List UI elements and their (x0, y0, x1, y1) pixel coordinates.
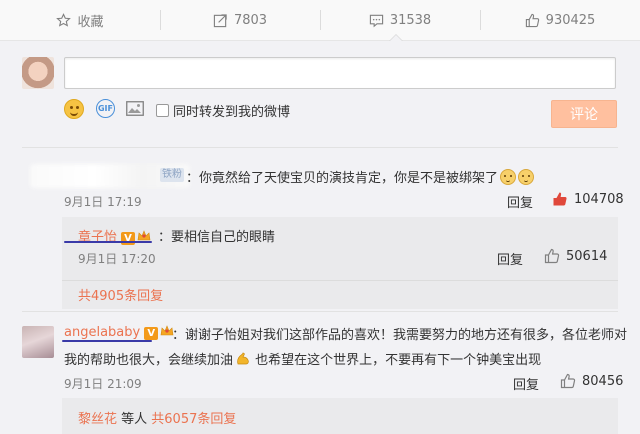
reply-like-count: 50614 (566, 248, 608, 264)
ink-underline (62, 340, 152, 342)
more-replies-mid: 等人 (117, 412, 152, 427)
comment-text-line1: ：谢谢子怡姐对我们这部作品的喜欢！我需要努力的地方还有很多，各位老师对 (172, 328, 628, 343)
favorite-label: 收藏 (77, 14, 104, 30)
gif-icon[interactable]: GIF (96, 99, 115, 118)
reply-reply-button[interactable]: 回复 (497, 249, 523, 268)
comment-like-button[interactable]: 80456 (560, 373, 623, 389)
favorite-button[interactable]: 收藏 (0, 0, 160, 40)
ink-underline (64, 241, 152, 243)
submit-comment-button[interactable]: 评论 (551, 100, 617, 128)
repost-checkbox-label: 同时转发到我的微博 (173, 105, 291, 120)
reply-time: 9月1日 17:20 (78, 252, 156, 266)
divider (22, 147, 618, 148)
comment-time: 9月1日 21:09 (64, 377, 142, 391)
verified-badge: V (121, 232, 136, 245)
comment-time: 9月1日 17:19 (64, 195, 142, 209)
more-replies-row: 黎丝花 等人 共6057条回复 (78, 408, 236, 427)
star-icon (56, 12, 72, 27)
repost-checkbox[interactable] (156, 104, 169, 117)
thumbs-up-filled-icon (553, 192, 567, 206)
comment-username-text: angelababy (64, 325, 141, 340)
thumbs-up-icon (560, 373, 576, 389)
like-count: 930425 (545, 12, 596, 28)
reply-text: ：要相信自己的眼睛 (158, 230, 276, 245)
comment-like-button[interactable]: 104708 (552, 191, 624, 207)
action-bar: 收藏 7803 31538 930425 (0, 0, 640, 41)
user-avatar[interactable] (22, 326, 54, 358)
comment-like-count: 80456 (582, 373, 624, 389)
active-tab-arrow (389, 34, 403, 41)
image-icon[interactable] (126, 101, 144, 116)
comment-section: 收藏 7803 31538 930425 GIF 同时转发到我的微博 评论 铁粉… (0, 0, 640, 434)
reply-button[interactable]: 回复 (513, 374, 539, 393)
emoji-icon[interactable] (64, 99, 84, 119)
divider (62, 280, 618, 281)
verified-badge: V (144, 327, 159, 340)
thumbs-up-icon (525, 13, 539, 27)
comment-text-line2a: 我的帮助也很大，会继续加油 (64, 353, 234, 368)
reply-button[interactable]: 回复 (507, 192, 533, 211)
like-button[interactable]: 930425 (480, 0, 640, 40)
comment-count: 31538 (389, 12, 432, 28)
comment-text: ：你竟然给了天使宝贝的演技肯定，你是不是被绑架了 (186, 167, 535, 186)
comment-username[interactable]: angelababy V (64, 324, 174, 340)
comment-text-body: ：你竟然给了天使宝贝的演技肯定，你是不是被绑架了 (186, 171, 499, 186)
divider (22, 311, 618, 312)
cat-emoji-icon (518, 169, 535, 185)
more-replies-link[interactable]: 共6057条回复 (151, 412, 236, 427)
comment-input[interactable] (64, 57, 616, 89)
my-avatar[interactable] (22, 57, 54, 89)
comment-text-line2b: 也希望在这个世界上，不要再有下一个钟美宝出现 (251, 353, 542, 368)
flex-arm-emoji-icon (237, 352, 249, 365)
repost-button[interactable]: 7803 (160, 0, 320, 40)
comment-like-count: 104708 (574, 191, 624, 207)
cat-emoji-icon (500, 169, 517, 185)
repost-count: 7803 (233, 12, 268, 28)
reply-like-button[interactable]: 50614 (544, 248, 607, 264)
comment-text-line2: 我的帮助也很大，会继续加油 也希望在这个世界上，不要再有下一个钟美宝出现 (64, 349, 541, 368)
comment-icon (369, 14, 383, 27)
thumbs-up-icon (544, 248, 560, 264)
repost-icon (213, 13, 227, 27)
more-replies-link[interactable]: 共4905条回复 (78, 285, 163, 304)
fan-badge: 铁粉 (160, 168, 184, 182)
reply-username[interactable]: 黎丝花 (78, 412, 117, 427)
